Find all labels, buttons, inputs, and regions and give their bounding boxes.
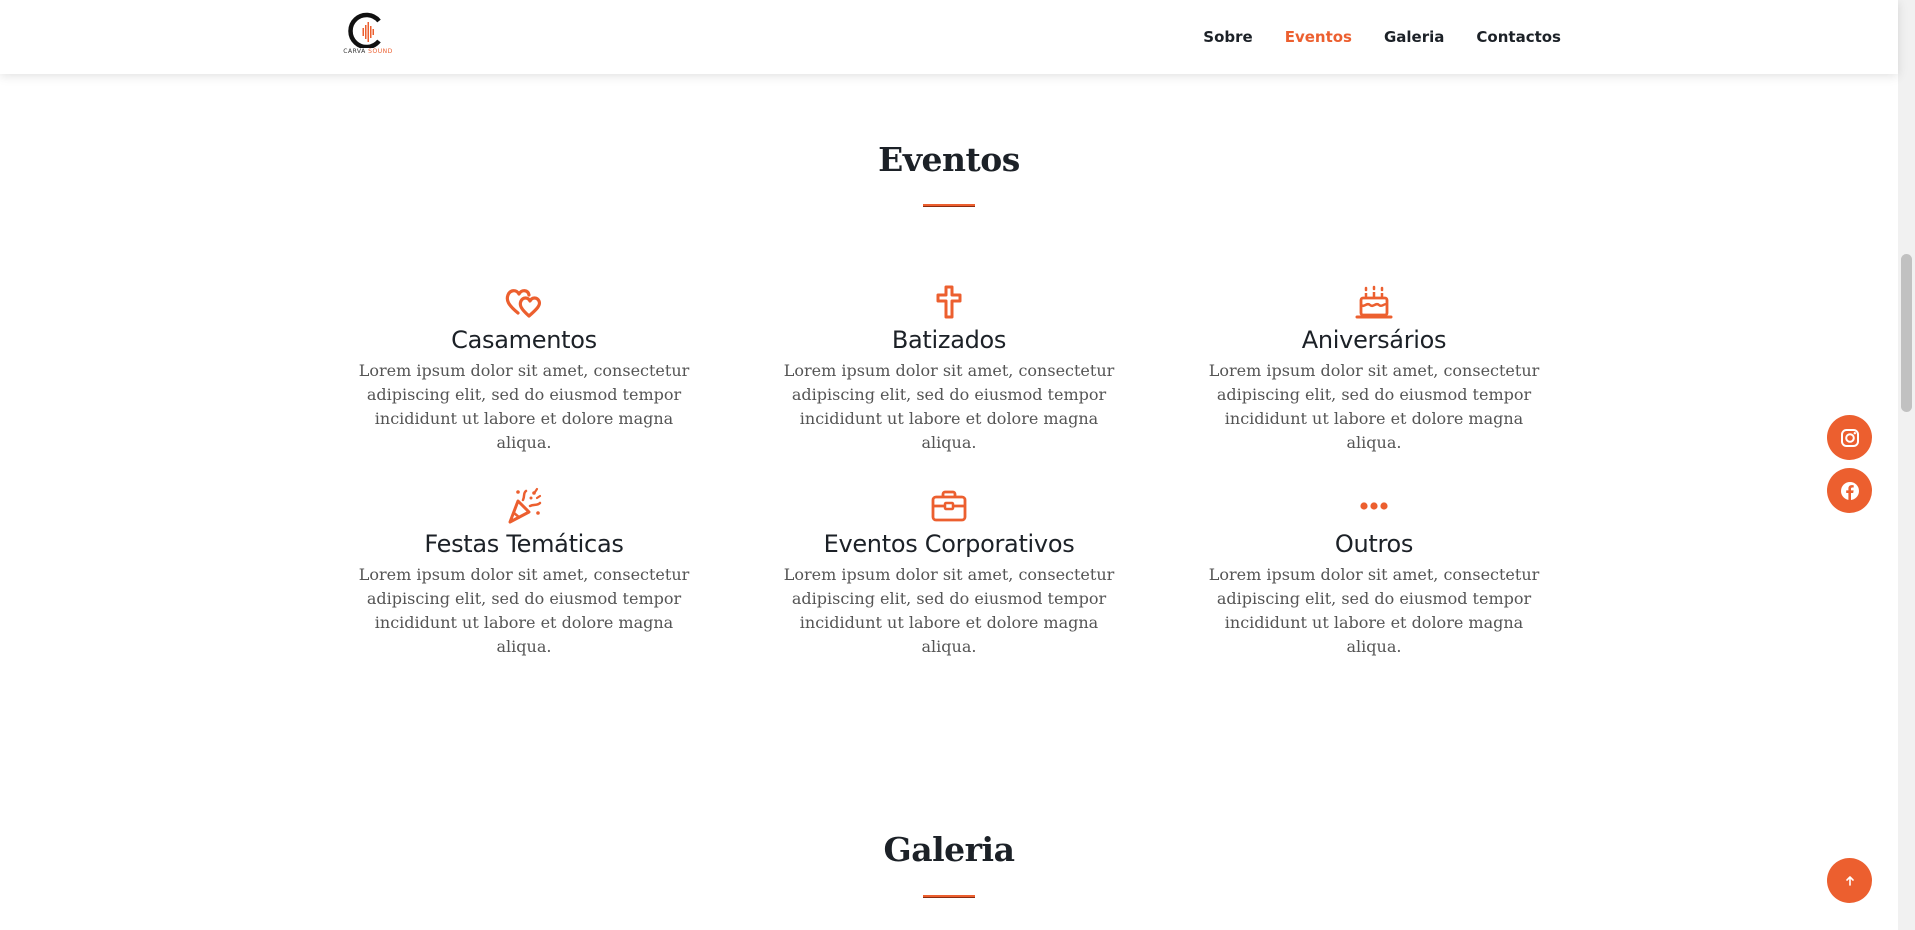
main-nav: Sobre Eventos Galeria Contactos: [1203, 0, 1561, 74]
event-card-title: Eventos Corporativos: [823, 530, 1075, 558]
event-card-casamentos: Casamentos Lorem ipsum dolor sit amet, c…: [312, 282, 736, 455]
nav-link-contactos[interactable]: Contactos: [1476, 28, 1561, 46]
facebook-button[interactable]: [1827, 468, 1872, 513]
party-popper-icon: [312, 486, 736, 526]
event-card-aniversarios: Aniversários Lorem ipsum dolor sit amet,…: [1162, 282, 1586, 455]
gallery-title-divider: [923, 895, 975, 898]
event-card-batizados: Batizados Lorem ipsum dolor sit amet, co…: [737, 282, 1161, 455]
nav-link-galeria[interactable]: Galeria: [1384, 28, 1444, 46]
event-card-eventos-corporativos: Eventos Corporativos Lorem ipsum dolor s…: [737, 486, 1161, 659]
arrow-up-icon: [1845, 875, 1854, 886]
page-scrollbar[interactable]: [1898, 0, 1915, 930]
events-title-divider: [923, 204, 975, 207]
event-card-title: Casamentos: [451, 326, 597, 354]
more-dots-icon: [1162, 486, 1586, 526]
events-grid: Casamentos Lorem ipsum dolor sit amet, c…: [312, 282, 1586, 656]
brand-name: CARVA SOUND: [343, 48, 393, 55]
instagram-button[interactable]: [1827, 415, 1872, 460]
facebook-icon: [1840, 481, 1859, 500]
event-card-text: Lorem ipsum dolor sit amet, consectetur …: [358, 565, 690, 656]
briefcase-icon: [737, 486, 1161, 526]
instagram-icon: [1840, 428, 1859, 447]
event-card-outros: Outros Lorem ipsum dolor sit amet, conse…: [1162, 486, 1586, 659]
events-section-title: Eventos: [878, 140, 1020, 179]
birthday-cake-icon: [1162, 282, 1586, 322]
navbar: CARVA SOUND Sobre Eventos Galeria Contac…: [0, 0, 1898, 74]
event-card-title: Festas Temáticas: [424, 530, 624, 558]
cross-icon: [737, 282, 1161, 322]
event-card-text: Lorem ipsum dolor sit amet, consectetur …: [358, 361, 690, 452]
event-card-title: Aniversários: [1301, 326, 1447, 354]
nav-link-sobre[interactable]: Sobre: [1203, 28, 1252, 46]
scrollbar-thumb[interactable]: [1901, 254, 1912, 412]
event-card-text: Lorem ipsum dolor sit amet, consectetur …: [783, 361, 1115, 452]
event-card-text: Lorem ipsum dolor sit amet, consectetur …: [1208, 361, 1540, 452]
event-card-text: Lorem ipsum dolor sit amet, consectetur …: [783, 565, 1115, 656]
event-card-festas-tematicas: Festas Temáticas Lorem ipsum dolor sit a…: [312, 486, 736, 659]
event-card-title: Batizados: [891, 326, 1007, 354]
nav-link-eventos[interactable]: Eventos: [1285, 28, 1352, 46]
gallery-section-title: Galeria: [883, 830, 1015, 869]
brand-logo[interactable]: CARVA SOUND: [338, 12, 398, 60]
logo-icon: [348, 12, 381, 48]
event-card-text: Lorem ipsum dolor sit amet, consectetur …: [1208, 565, 1540, 656]
back-to-top-button[interactable]: [1827, 858, 1872, 903]
event-card-title: Outros: [1334, 530, 1414, 558]
hearts-icon: [312, 282, 736, 322]
